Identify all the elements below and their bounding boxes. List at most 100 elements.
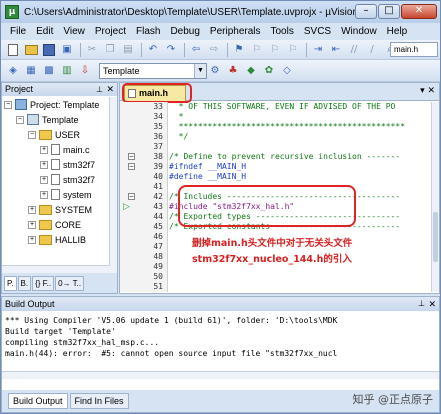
folder-icon — [39, 219, 52, 230]
load-download-icon[interactable]: ⇩ — [77, 63, 93, 79]
menu-help[interactable]: Help — [382, 26, 413, 37]
close-button[interactable]: ✕ — [401, 4, 437, 19]
pin-icon[interactable]: ⊥ — [418, 297, 425, 311]
current-line-arrow-icon: ▷ — [123, 202, 130, 212]
menu-peripherals[interactable]: Peripherals — [205, 26, 266, 37]
comment-icon[interactable]: // — [346, 42, 362, 58]
fold-marker-icon[interactable]: − — [128, 193, 135, 200]
paste-icon[interactable]: ▤ — [120, 42, 136, 58]
folder-icon — [39, 129, 52, 140]
file-extensions-icon[interactable]: ♣ — [225, 63, 241, 79]
open-folder-icon[interactable] — [23, 42, 39, 58]
uncomment-icon[interactable]: / — [364, 42, 380, 58]
manage-components-icon[interactable]: ◆ — [243, 63, 259, 79]
chevron-down-icon[interactable]: ▼ — [194, 63, 206, 78]
close-icon[interactable]: ✕ — [106, 83, 114, 96]
expand-icon[interactable]: + — [28, 235, 36, 244]
pack-installer-icon[interactable]: ◇ — [279, 63, 295, 79]
tree-item-file[interactable]: + stm32f7 — [40, 157, 95, 172]
target-options-icon[interactable]: ⚙ — [207, 63, 223, 79]
tree-item-folder-user[interactable]: − USER — [28, 127, 80, 142]
line-number: 48 — [153, 252, 163, 261]
expand-icon[interactable]: + — [40, 160, 48, 169]
target-icon — [27, 114, 39, 125]
line-number: 47 — [153, 242, 163, 251]
undo-icon[interactable]: ↶ — [145, 42, 161, 58]
target-select[interactable]: Template ▼ — [99, 62, 207, 79]
tab-list-dropdown-icon[interactable]: ▾ ✕ — [420, 86, 435, 96]
batch-build-icon[interactable]: ▥ — [59, 63, 75, 79]
indent-icon[interactable]: ⇥ — [310, 42, 326, 58]
copy-icon[interactable]: ❐ — [102, 42, 118, 58]
translate-icon[interactable]: ◈ — [5, 63, 21, 79]
collapse-icon[interactable]: − — [16, 115, 24, 124]
expand-icon[interactable]: + — [28, 205, 36, 214]
menu-svcs[interactable]: SVCS — [299, 26, 336, 37]
tree-item-file[interactable]: + system — [40, 187, 92, 202]
close-icon[interactable]: ✕ — [428, 297, 436, 311]
redo-icon[interactable]: ↷ — [163, 42, 179, 58]
tree-item-file[interactable]: + stm32f7 — [40, 172, 95, 187]
collapse-icon[interactable]: − — [28, 130, 36, 139]
maximize-button[interactable]: □ — [378, 4, 400, 19]
expand-icon[interactable]: + — [28, 220, 36, 229]
tree-item-folder-core[interactable]: + CORE — [28, 217, 81, 232]
build-icon[interactable]: ▦ — [23, 63, 39, 79]
project-vertical-scrollbar[interactable] — [109, 97, 117, 275]
menu-tools[interactable]: Tools — [266, 26, 299, 37]
unindent-icon[interactable]: ⇤ — [328, 42, 344, 58]
menu-bar: File Edit View Project Flash Debug Perip… — [1, 23, 440, 40]
menu-window[interactable]: Window — [336, 26, 382, 37]
tree-item-label: stm32f7 — [63, 174, 96, 185]
output-line: main.h(44): error: #5: cannot open sourc… — [5, 349, 338, 358]
editor-vertical-scrollbar[interactable] — [431, 102, 439, 292]
bookmark-icon[interactable]: ⚑ — [231, 42, 247, 58]
minimize-button[interactable]: – — [355, 4, 377, 19]
cut-icon[interactable]: ✂ — [84, 42, 100, 58]
pin-icon[interactable]: ⊥ — [96, 83, 103, 96]
menu-file[interactable]: File — [5, 26, 31, 37]
expand-icon[interactable]: + — [40, 175, 48, 184]
project-horizontal-scrollbar[interactable] — [2, 265, 110, 273]
tree-item-project[interactable]: − Project: Template — [4, 97, 99, 112]
rebuild-icon[interactable]: ▩ — [41, 63, 57, 79]
tab-books[interactable]: B. — [17, 275, 32, 291]
tree-item-folder-hallib[interactable]: + HALLIB — [28, 232, 86, 247]
nav-forward-icon[interactable]: ⇨ — [206, 42, 222, 58]
tree-item-folder-system[interactable]: + SYSTEM — [28, 202, 92, 217]
title-bar: μ C:\Users\Administrator\Desktop\Templat… — [1, 1, 440, 23]
tree-item-file[interactable]: + main.c — [40, 142, 90, 157]
toolbar-separator — [80, 42, 81, 57]
build-horizontal-scrollbar[interactable] — [2, 371, 439, 379]
tab-templates[interactable]: 0→ T.. — [55, 275, 85, 291]
select-packs-icon[interactable]: ✿ — [261, 63, 277, 79]
scrollbar-thumb[interactable] — [433, 212, 438, 262]
nav-back-icon[interactable]: ⇦ — [188, 42, 204, 58]
collapse-icon[interactable]: − — [4, 100, 12, 109]
build-output-text[interactable]: *** Using Compiler 'V5.06 update 1 (buil… — [5, 315, 435, 371]
menu-view[interactable]: View — [58, 26, 90, 37]
tab-project[interactable]: P. — [4, 275, 17, 291]
fold-marker-icon[interactable]: − — [128, 153, 135, 160]
expand-icon[interactable]: + — [40, 190, 48, 199]
menu-project[interactable]: Project — [90, 26, 131, 37]
tab-find-in-files[interactable]: Find In Files — [69, 393, 129, 409]
clear-bookmarks-icon[interactable]: ⚐ — [285, 42, 301, 58]
expand-icon[interactable]: + — [40, 145, 48, 154]
next-bookmark-icon[interactable]: ⚐ — [267, 42, 283, 58]
tree-item-label: system — [63, 189, 92, 200]
save-icon[interactable] — [41, 42, 57, 58]
tab-build-output[interactable]: Build Output — [8, 393, 68, 409]
fold-marker-icon[interactable]: − — [128, 163, 135, 170]
current-file-combo[interactable]: main.h — [390, 42, 438, 57]
folder-icon — [39, 234, 52, 245]
save-all-icon[interactable]: ▣ — [59, 42, 75, 58]
menu-flash[interactable]: Flash — [131, 26, 165, 37]
tree-item-target[interactable]: − Template — [16, 112, 79, 127]
menu-debug[interactable]: Debug — [165, 26, 204, 37]
menu-edit[interactable]: Edit — [31, 26, 58, 37]
new-file-icon[interactable] — [5, 42, 21, 58]
tab-functions[interactable]: {} F.. — [32, 275, 55, 291]
file-toolbar: ▣ ✂ ❐ ▤ ↶ ↷ ⇦ ⇨ ⚑ ⚐ ⚐ ⚐ ⇥ ⇤ // / ⌕ main.… — [1, 40, 440, 60]
prev-bookmark-icon[interactable]: ⚐ — [249, 42, 265, 58]
